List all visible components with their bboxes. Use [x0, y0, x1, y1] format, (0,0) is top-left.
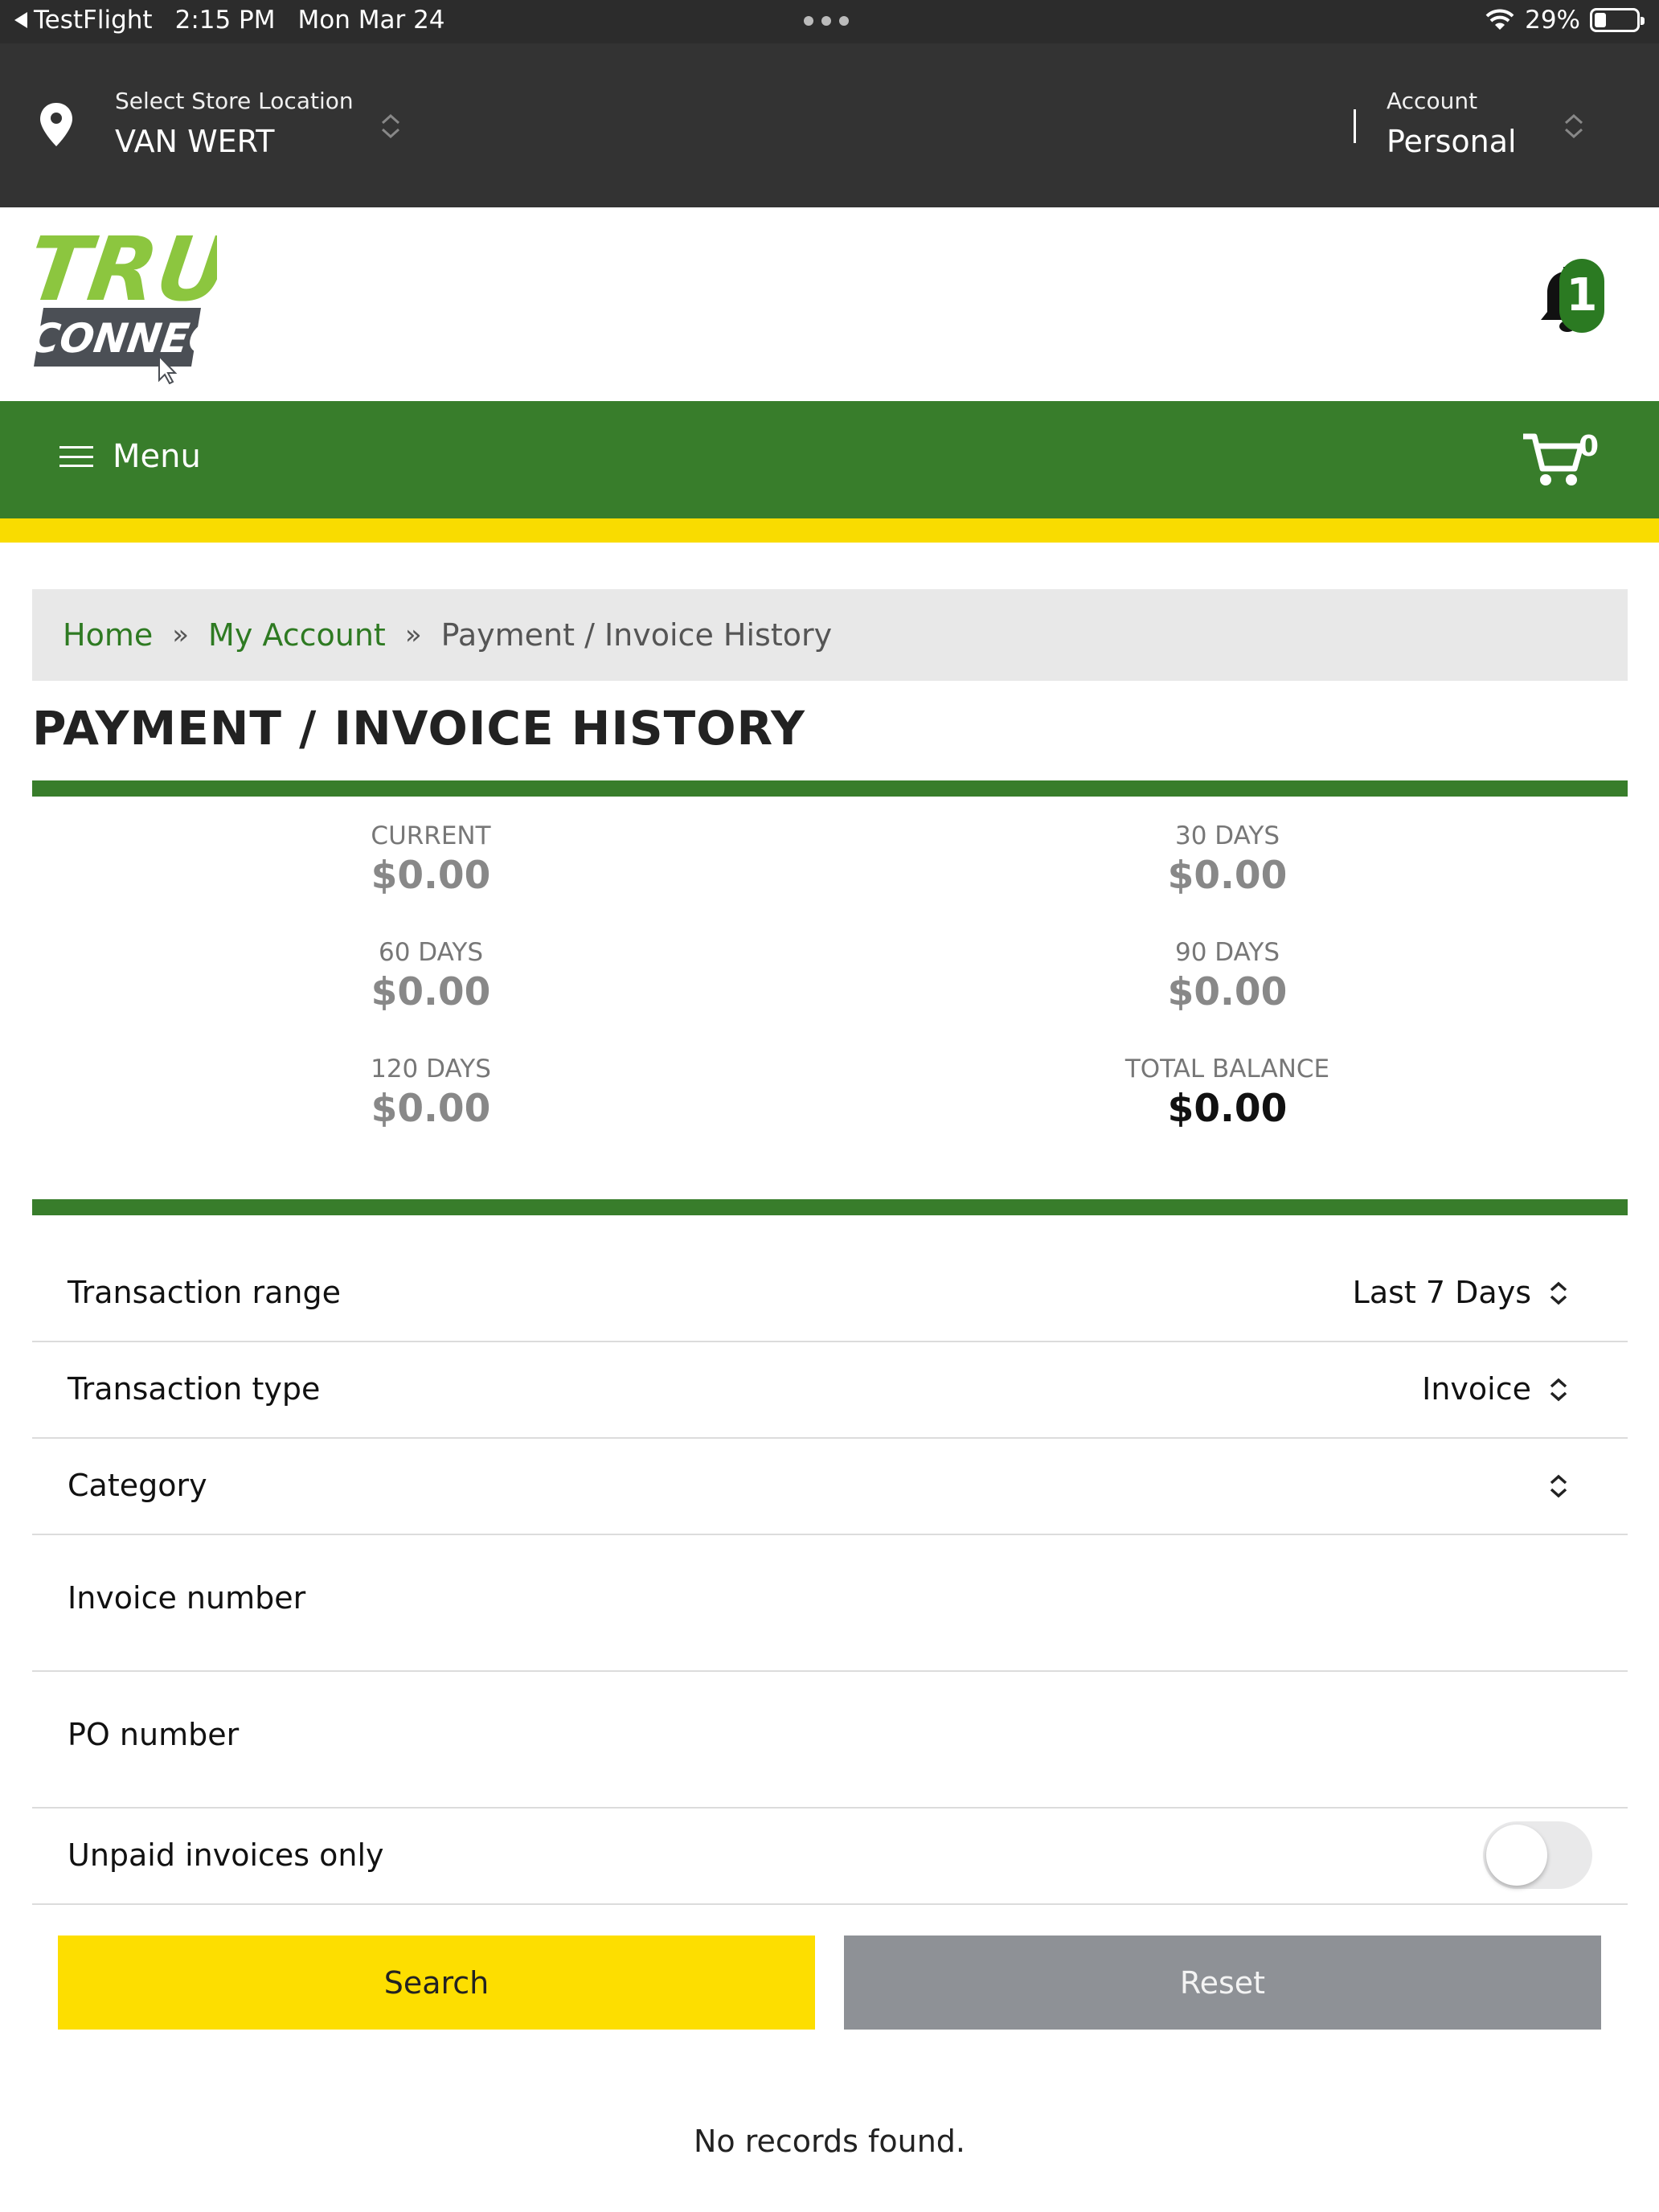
transaction-range-label: Transaction range	[68, 1275, 341, 1310]
invoice-number-field[interactable]: Invoice number	[32, 1535, 1628, 1672]
category-select[interactable]: Category	[32, 1439, 1628, 1535]
balance-current-label: CURRENT	[371, 821, 491, 850]
transaction-type-select[interactable]: Transaction type Invoice	[32, 1342, 1628, 1439]
store-location-value: VAN WERT	[115, 124, 275, 159]
unpaid-invoices-toggle[interactable]	[1483, 1821, 1592, 1889]
page-title: PAYMENT / INVOICE HISTORY	[32, 701, 806, 756]
no-records-message: No records found.	[693, 2124, 965, 2159]
balance-120-days-label: 120 DAYS	[371, 1055, 491, 1083]
balance-30-days-label: 30 DAYS	[1174, 821, 1280, 850]
balance-current: CURRENT $0.00	[270, 821, 592, 898]
chevron-updown-icon	[1550, 1378, 1567, 1402]
status-time: 2:15 PM	[174, 6, 276, 35]
invoice-number-label: Invoice number	[68, 1580, 306, 1616]
cart-count-badge: 0	[1579, 430, 1600, 463]
location-pin-icon	[39, 101, 74, 151]
chevron-updown-icon	[1550, 1474, 1567, 1498]
balance-90-days: 90 DAYS $0.00	[1067, 938, 1388, 1014]
transaction-type-label: Transaction type	[68, 1371, 321, 1407]
back-to-app[interactable]: TestFlight	[14, 6, 153, 35]
nav-accent-stripe	[0, 518, 1659, 543]
reset-button[interactable]: Reset	[844, 1936, 1601, 2030]
logo-text-tru: TRU	[32, 223, 217, 322]
po-number-label: PO number	[68, 1717, 240, 1752]
back-app-label: TestFlight	[34, 6, 153, 35]
location-account-bar: Select Store Location VAN WERT Account P…	[0, 43, 1659, 207]
notification-count-badge: 1	[1559, 259, 1604, 333]
balance-60-days-value: $0.00	[371, 970, 491, 1014]
transaction-range-select[interactable]: Transaction range Last 7 Days	[32, 1246, 1628, 1342]
main-nav-bar: Menu 0	[0, 401, 1659, 518]
account-chevron-updown-icon[interactable]	[1563, 113, 1585, 140]
account-value: Personal	[1387, 124, 1517, 159]
category-label: Category	[68, 1468, 207, 1503]
account-selector[interactable]: Account Personal	[1387, 88, 1517, 159]
unpaid-invoices-label: Unpaid invoices only	[68, 1837, 384, 1873]
transaction-range-value: Last 7 Days	[1352, 1275, 1531, 1310]
balance-60-days: 60 DAYS $0.00	[270, 938, 592, 1014]
wifi-icon	[1485, 9, 1514, 30]
status-bar: TestFlight 2:15 PM Mon Mar 24 29%	[0, 0, 1659, 43]
balance-30-days-value: $0.00	[1167, 854, 1288, 898]
account-label: Account	[1387, 88, 1478, 114]
balance-total-label: TOTAL BALANCE	[1124, 1055, 1330, 1083]
balance-total-value: $0.00	[1167, 1087, 1288, 1131]
po-number-field[interactable]: PO number	[32, 1672, 1628, 1809]
balance-current-value: $0.00	[371, 854, 491, 898]
balance-60-days-label: 60 DAYS	[378, 938, 484, 967]
menu-label: Menu	[113, 438, 201, 475]
tru-connect-logo[interactable]: TRU CONNECT	[22, 218, 252, 385]
breadcrumb-separator: »	[404, 619, 422, 651]
balance-90-days-label: 90 DAYS	[1174, 938, 1280, 967]
store-location-label: Select Store Location	[115, 88, 354, 114]
hamburger-icon	[59, 446, 93, 467]
balance-top-divider	[32, 780, 1628, 797]
battery-percent: 29%	[1525, 6, 1580, 35]
breadcrumb-home-link[interactable]: Home	[63, 617, 153, 653]
back-arrow-icon	[14, 12, 27, 28]
transaction-type-value: Invoice	[1422, 1371, 1531, 1407]
balance-total: TOTAL BALANCE $0.00	[1067, 1055, 1388, 1131]
balance-120-days: 120 DAYS $0.00	[270, 1055, 592, 1131]
balance-30-days: 30 DAYS $0.00	[1067, 821, 1388, 898]
chevron-updown-icon	[1550, 1281, 1567, 1305]
balance-120-days-value: $0.00	[371, 1087, 491, 1131]
balance-bottom-divider	[32, 1199, 1628, 1215]
breadcrumb-separator: »	[172, 619, 190, 651]
breadcrumb-my-account-link[interactable]: My Account	[208, 617, 386, 653]
unpaid-invoices-row: Unpaid invoices only	[32, 1809, 1628, 1905]
multitasking-dots-icon[interactable]	[804, 16, 849, 26]
search-button[interactable]: Search	[58, 1936, 815, 2030]
breadcrumb-current: Payment / Invoice History	[440, 617, 833, 653]
menu-button[interactable]: Menu	[59, 438, 201, 475]
battery-icon	[1590, 8, 1645, 32]
balance-90-days-value: $0.00	[1167, 970, 1288, 1014]
store-chevron-updown-icon[interactable]	[379, 113, 402, 140]
status-date: Mon Mar 24	[297, 6, 445, 35]
store-location-selector[interactable]: Select Store Location VAN WERT	[115, 88, 354, 159]
cart-icon[interactable]	[1522, 432, 1586, 493]
breadcrumb: Home » My Account » Payment / Invoice Hi…	[32, 589, 1628, 681]
logo-text-connect: CONNECT	[32, 314, 217, 362]
header-divider	[1354, 109, 1356, 143]
